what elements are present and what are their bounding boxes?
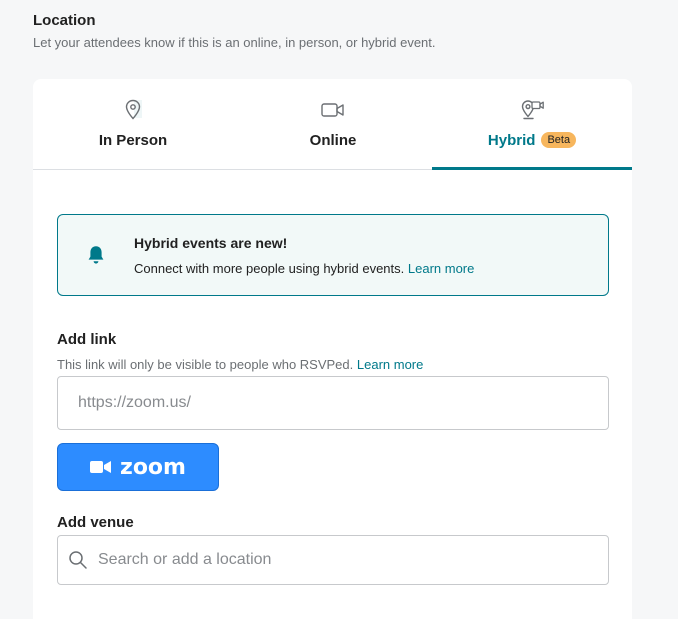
location-type-tabs: In Person Online Hybrid Beta (33, 79, 632, 170)
section-subtitle: Let your attendees know if this is an on… (33, 35, 436, 50)
banner-title: Hybrid events are new! (134, 235, 288, 251)
beta-badge: Beta (541, 132, 577, 148)
banner-text: Connect with more people using hybrid ev… (134, 261, 474, 276)
zoom-button[interactable]: zoom (57, 443, 219, 491)
location-section-header: Location Let your attendees know if this… (33, 12, 436, 50)
location-card: In Person Online Hybrid Beta Hybrid even… (33, 79, 632, 619)
tab-in-person-label: In Person (98, 132, 168, 149)
hybrid-info-banner: Hybrid events are new! Connect with more… (57, 214, 609, 296)
tab-online[interactable]: Online (233, 79, 433, 169)
bell-icon (84, 243, 108, 267)
section-title: Location (33, 12, 96, 29)
meeting-link-input[interactable] (57, 376, 609, 430)
video-camera-icon (320, 97, 346, 123)
hybrid-location-video-icon (519, 97, 545, 123)
search-icon (68, 550, 88, 570)
tab-in-person[interactable]: In Person (33, 79, 233, 169)
venue-search (57, 535, 609, 585)
map-pin-icon (120, 97, 146, 123)
add-link-label: Add link (57, 331, 117, 348)
zoom-camera-icon (90, 459, 112, 475)
zoom-wordmark: zoom (120, 454, 186, 480)
venue-search-input[interactable] (57, 535, 609, 585)
add-link-help-text: This link will only be visible to people… (57, 357, 354, 372)
add-link-learn-more-link[interactable]: Learn more (357, 357, 423, 372)
banner-learn-more-link[interactable]: Learn more (408, 261, 474, 276)
add-venue-label: Add venue (57, 514, 134, 531)
tab-hybrid-label: Hybrid (487, 132, 536, 149)
tab-online-label: Online (309, 132, 357, 149)
tab-hybrid[interactable]: Hybrid Beta (432, 79, 632, 170)
add-link-help: This link will only be visible to people… (57, 357, 423, 372)
banner-message: Connect with more people using hybrid ev… (134, 261, 405, 276)
